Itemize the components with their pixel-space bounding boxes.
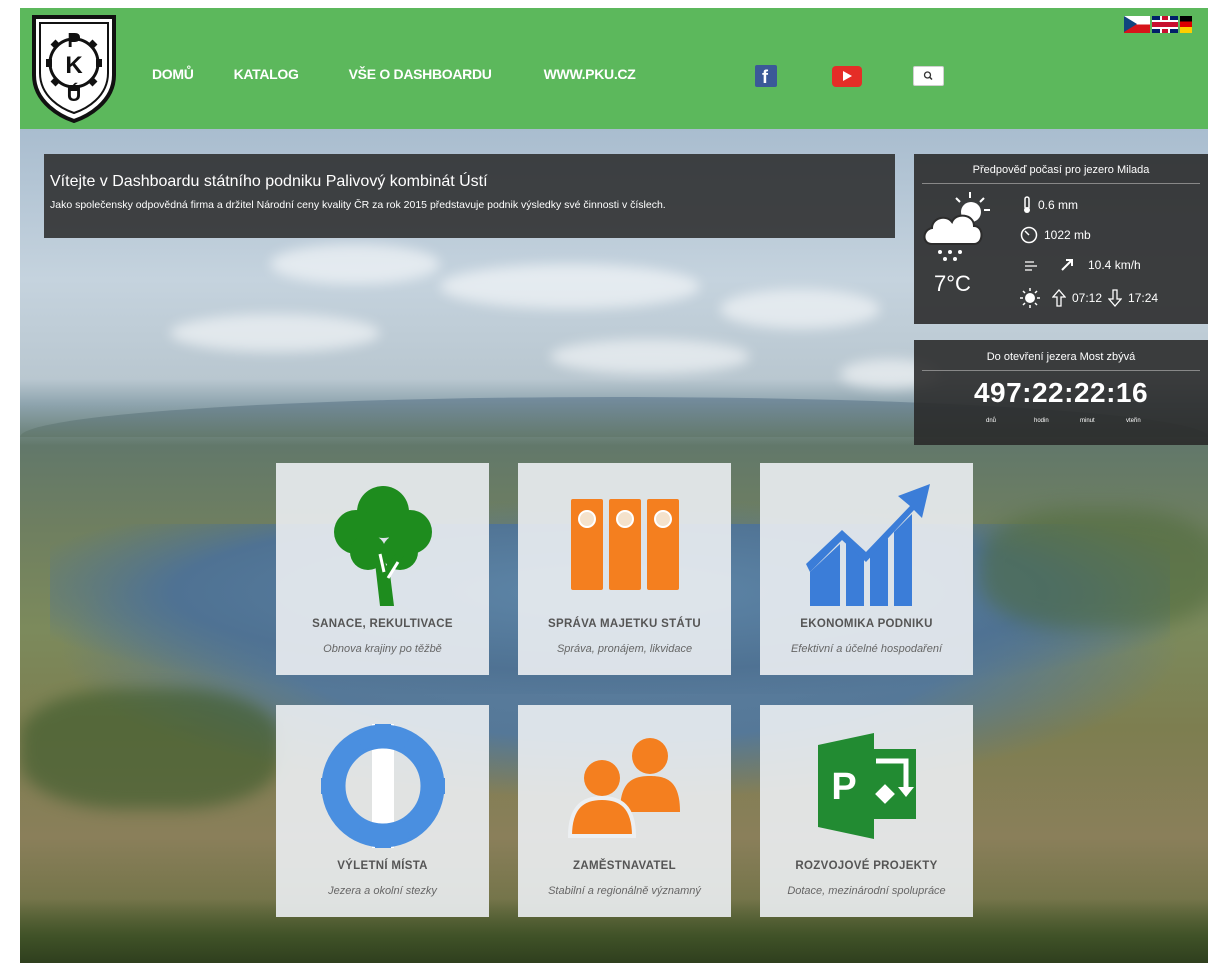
- tree-icon: [333, 485, 432, 606]
- countdown-value: 497:22:22:16: [973, 377, 1149, 408]
- tile-state-property-subtitle: Správa, pronájem, likvidace: [556, 643, 693, 655]
- people-icon: [567, 738, 680, 838]
- wind-direction-arrow-icon: [1061, 259, 1073, 271]
- logo-letter-k: K: [65, 52, 83, 79]
- sunrise-time: 07:12: [1072, 291, 1103, 305]
- tile-development-projects-subtitle: Dotace, mezinárodní spolupráce: [787, 885, 946, 897]
- wind-icon: [1025, 261, 1037, 271]
- countdown-unit-days: dnů: [986, 418, 997, 424]
- tile-economics-title: EKONOMIKA PODNIKU: [800, 618, 933, 630]
- pressure-row: 1022 mb: [1020, 226, 1091, 244]
- tile-remediation-title: SANACE, REKULTIVACE: [312, 618, 453, 630]
- countdown-widget: Do otevření jezera Most zbývá 497:22:22:…: [914, 340, 1208, 445]
- welcome-panel: Vítejte v Dashboardu státního podniku Pa…: [44, 154, 895, 238]
- project-icon: P: [817, 733, 916, 839]
- countdown-unit-hours: hodin: [1034, 418, 1049, 424]
- nav-pku-website[interactable]: WWW.PKU.CZ: [544, 66, 636, 82]
- tile-trips-subtitle: Jezera a okolní stezky: [328, 885, 437, 897]
- tile-development-projects[interactable]: P ROZVOJOVÉ PROJEKTY Dotace, mezinárodní…: [760, 705, 973, 917]
- welcome-title: Vítejte v Dashboardu státního podniku Pa…: [50, 173, 488, 190]
- nav-catalog[interactable]: KATALOG: [234, 66, 299, 82]
- lifebuoy-icon: [320, 724, 445, 848]
- tile-economics-subtitle: Efektivní a účelné hospodaření: [790, 643, 943, 655]
- precipitation-row: 0.6 mm: [1022, 196, 1078, 214]
- tile-state-property[interactable]: SPRÁVA MAJETKU STÁTU Správa, pronájem, l…: [518, 463, 731, 675]
- wind-row: 10.4 km/h: [1024, 258, 1141, 272]
- search-icon: [923, 71, 933, 81]
- logo-letter-u: Ú: [67, 82, 81, 106]
- growth-chart-icon: [805, 483, 930, 606]
- nav-about-dashboard[interactable]: VŠE O DASHBOARDU: [349, 66, 492, 82]
- youtube-icon[interactable]: [832, 66, 862, 87]
- welcome-subtitle: Jako společensky odpovědná firma a držit…: [50, 199, 666, 211]
- svg-text:P: P: [831, 766, 856, 808]
- weather-widget: Předpověď počasí pro jezero Milada 7°C 0…: [914, 154, 1208, 324]
- page: P K Ú DOMŮ KATALOG VŠE O DASHBOARDU WWW.…: [20, 8, 1208, 963]
- tile-remediation[interactable]: SANACE, REKULTIVACE Obnova krajiny po tě…: [276, 463, 489, 675]
- weather-title: Předpověď počasí pro jezero Milada: [972, 164, 1150, 176]
- tile-employer-title: ZAMĚSTNAVATEL: [573, 860, 676, 872]
- main-nav: DOMŮ KATALOG VŠE O DASHBOARDU WWW.PKU.CZ: [152, 66, 688, 82]
- search-button[interactable]: [913, 66, 944, 86]
- pku-logo[interactable]: P K Ú: [28, 13, 120, 123]
- thermometer-icon: [1024, 196, 1030, 213]
- tile-trips[interactable]: VÝLETNÍ MÍSTA Jezera a okolní stezky: [276, 705, 489, 917]
- tile-remediation-subtitle: Obnova krajiny po těžbě: [323, 643, 442, 655]
- tile-state-property-title: SPRÁVA MAJETKU STÁTU: [548, 618, 701, 630]
- nav-home[interactable]: DOMŮ: [152, 66, 194, 82]
- sun-row: 07:12 17:24: [1020, 288, 1158, 308]
- logo-letter-p: P: [67, 30, 80, 52]
- top-navigation-bar: P K Ú DOMŮ KATALOG VŠE O DASHBOARDU WWW.…: [20, 8, 1208, 129]
- countdown-unit-minutes: minut: [1080, 418, 1095, 424]
- binders-icon: [570, 498, 679, 590]
- precipitation-value: 0.6 mm: [1038, 198, 1079, 212]
- facebook-icon[interactable]: f: [755, 65, 777, 87]
- pressure-value: 1022 mb: [1044, 228, 1091, 242]
- barometer-icon: [1020, 226, 1038, 244]
- tile-employer-subtitle: Stabilní a regionálně významný: [548, 885, 701, 897]
- countdown-title: Do otevření jezera Most zbývá: [986, 351, 1136, 363]
- cz-flag-icon[interactable]: [1124, 16, 1150, 33]
- countdown-unit-seconds: vteřin: [1126, 418, 1141, 424]
- tile-trips-title: VÝLETNÍ MÍSTA: [337, 860, 428, 872]
- wind-value: 10.4 km/h: [1088, 258, 1141, 272]
- sunset-time: 17:24: [1128, 291, 1159, 305]
- de-flag-icon[interactable]: [1180, 16, 1192, 33]
- tile-economics[interactable]: EKONOMIKA PODNIKU Efektivní a účelné hos…: [760, 463, 973, 675]
- partly-cloudy-rain-icon: [923, 192, 990, 261]
- weather-temperature: 7°C: [934, 271, 971, 296]
- sunrise-arrow-icon: [1052, 289, 1066, 307]
- sunset-arrow-icon: [1108, 289, 1123, 307]
- tile-employer[interactable]: ZAMĚSTNAVATEL Stabilní a regionálně význ…: [518, 705, 731, 917]
- uk-flag-icon[interactable]: [1152, 16, 1178, 33]
- language-switcher: [1124, 16, 1192, 33]
- sun-icon: [1020, 288, 1040, 308]
- tile-development-projects-title: ROZVOJOVÉ PROJEKTY: [795, 860, 938, 872]
